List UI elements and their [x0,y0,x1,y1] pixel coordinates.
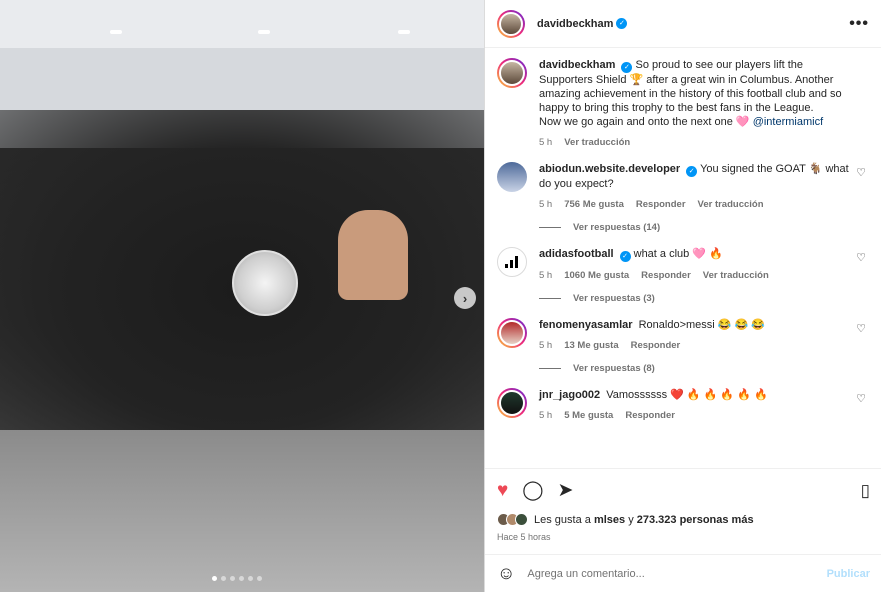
caption: davidbeckham ✓ So proud to see our player… [497,58,870,148]
translate-link[interactable]: Ver traducción [703,270,769,281]
comment-text: what a club 🩷 🔥 [633,248,723,260]
caption-text-2: Now we go again and onto the next one 🩷 [539,116,750,128]
translate-link[interactable]: Ver traducción [698,199,764,210]
carousel-dots [212,576,262,581]
comment-time[interactable]: 5 h [539,270,552,281]
comment-time[interactable]: 5 h [539,410,552,421]
post-side-panel: davidbeckham ✓ ••• davidbeckham ✓ So prou… [484,0,881,592]
post-photo[interactable]: › [0,0,484,592]
comment-item: jnr_jago002 Vamossssss ❤️ 🔥 🔥 🔥 🔥 🔥 5 h … [497,388,870,421]
publish-button[interactable]: Publicar [827,568,870,580]
carousel-dot [212,576,217,581]
carousel-dot [239,576,244,581]
reply-button[interactable]: Responder [625,410,675,421]
ceiling-light [398,30,410,34]
emoji-icon[interactable]: ☺ [497,563,515,584]
caption-mention-link[interactable]: @intermiamicf [753,116,823,128]
photo-trophy-shield [232,250,298,316]
comment-avatar[interactable] [497,388,527,418]
verified-badge-icon: ✓ [619,251,631,262]
next-image-arrow-icon[interactable]: › [454,287,476,309]
comment-bubble-icon[interactable]: ◯ [522,481,543,500]
replies-divider [539,227,561,228]
comments-list[interactable]: davidbeckham ✓ So proud to see our player… [485,48,881,468]
caption-username[interactable]: davidbeckham [539,59,615,71]
comment-item: fenomenyasamlar Ronaldo>messi 😂 😂 😂 5 h … [497,318,870,374]
comment-time[interactable]: 5 h [539,340,552,351]
comment-text: Ronaldo>messi 😂 😂 😂 [638,319,765,331]
liker-avatars [497,513,528,526]
comment-username[interactable]: jnr_jago002 [539,389,600,401]
comment-like-heart-icon[interactable]: ♡ [856,322,866,335]
comment-like-heart-icon[interactable]: ♡ [856,392,866,405]
comment-text: Vamossssss ❤️ 🔥 🔥 🔥 🔥 🔥 [606,389,768,401]
like-heart-icon[interactable]: ♥ [497,481,508,500]
comment-likes[interactable]: 756 Me gusta [564,199,624,210]
likes-summary[interactable]: Les gusta a mlses y 273.323 personas más [497,513,870,526]
view-replies-button[interactable]: Ver respuestas (14) [539,222,859,233]
post-header: davidbeckham ✓ ••• [485,0,881,48]
comment-avatar[interactable] [497,318,527,348]
replies-divider [539,298,561,299]
view-replies-label: Ver respuestas (8) [573,363,655,374]
verified-badge-icon: ✓ [616,18,628,29]
verified-badge-icon: ✓ [621,62,633,73]
ceiling-light [110,30,122,34]
likes-user[interactable]: mlses [594,514,625,526]
ceiling-light [258,30,270,34]
caption-avatar[interactable] [497,58,527,88]
view-replies-button[interactable]: Ver respuestas (3) [539,293,859,304]
comment-like-heart-icon[interactable]: ♡ [856,251,866,264]
adidas-logo-icon [505,256,518,268]
more-options-icon[interactable]: ••• [849,15,869,33]
comment-username[interactable]: fenomenyasamlar [539,319,633,331]
posted-time: Hace 5 horas [497,532,551,542]
photo-ceiling [0,0,484,48]
view-replies-button[interactable]: Ver respuestas (8) [539,363,859,374]
comment-like-heart-icon[interactable]: ♡ [856,166,866,179]
replies-divider [539,368,561,369]
comment-input[interactable] [527,567,827,580]
comment-item: abiodun.website.developer ✓ You signed th… [497,162,870,233]
photo-player [338,210,408,300]
post-actions: ♥ ◯ ➤ ▯ Les gusta a mlses y 273.323 pers… [485,468,881,542]
comment-composer: ☺ Publicar [485,554,881,592]
comment-item: adidasfootball ✓ what a club 🩷 🔥 5 h 1060… [497,247,870,304]
photo-floor [0,430,484,592]
comment-likes[interactable]: 5 Me gusta [564,410,613,421]
share-send-icon[interactable]: ➤ [558,481,574,500]
instagram-post-view: › davidbeckham ✓ ••• davidbeckham ✓ So p… [0,0,881,592]
carousel-dot [248,576,253,581]
author-avatar[interactable] [497,9,525,38]
view-replies-label: Ver respuestas (3) [573,293,655,304]
action-icons-row: ♥ ◯ ➤ ▯ [497,477,870,503]
comment-username[interactable]: abiodun.website.developer [539,163,680,175]
carousel-dot [257,576,262,581]
comment-likes[interactable]: 1060 Me gusta [564,270,629,281]
comment-likes[interactable]: 13 Me gusta [564,340,618,351]
author-username[interactable]: davidbeckham [537,18,613,30]
caption-time[interactable]: 5 h [539,137,552,148]
comment-avatar-adidas-logo-icon[interactable] [497,247,527,277]
carousel-dot [221,576,226,581]
reply-button[interactable]: Responder [636,199,686,210]
reply-button[interactable]: Responder [641,270,691,281]
likes-prefix: Les gusta a [534,513,591,526]
carousel-dot [230,576,235,581]
likes-mid: y [628,513,634,526]
comment-avatar[interactable] [497,162,527,192]
reply-button[interactable]: Responder [631,340,681,351]
comment-time[interactable]: 5 h [539,199,552,210]
likes-count[interactable]: 273.323 personas más [637,514,754,526]
comment-username[interactable]: adidasfootball [539,248,614,260]
save-bookmark-icon[interactable]: ▯ [861,482,870,499]
caption-translate-link[interactable]: Ver traducción [564,137,630,148]
verified-badge-icon: ✓ [686,166,698,177]
view-replies-label: Ver respuestas (14) [573,222,661,233]
